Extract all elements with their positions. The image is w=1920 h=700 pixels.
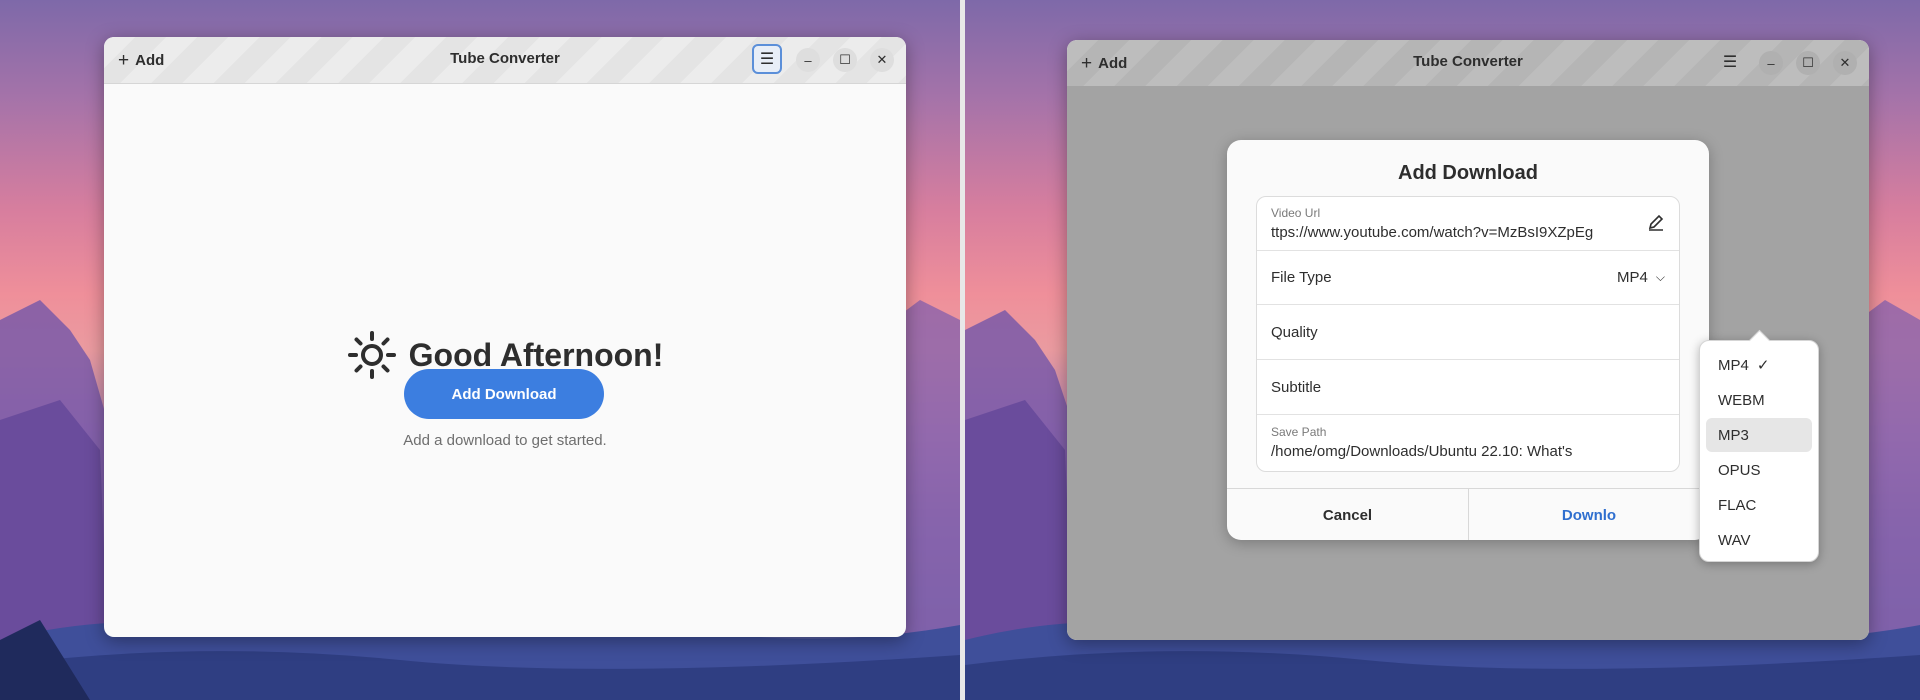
- titlebar: + Add Tube Converter ☰ – ☐ ✕: [1067, 40, 1869, 87]
- minimize-icon: –: [1767, 55, 1775, 71]
- video-url-input[interactable]: ttps://www.youtube.com/watch?v=MzBsI9XZp…: [1271, 224, 1607, 241]
- menu-item-label: WAV: [1718, 531, 1751, 549]
- close-icon: ✕: [876, 52, 888, 67]
- pencil-icon: [1648, 214, 1664, 231]
- menu-item-label: MP4: [1718, 356, 1749, 374]
- download-options-list: Video Url ttps://www.youtube.com/watch?v…: [1256, 196, 1680, 472]
- chevron-down-icon: ⌵: [1655, 270, 1665, 284]
- save-path-row[interactable]: Save Path /home/omg/Downloads/Ubuntu 22.…: [1257, 416, 1679, 470]
- download-button[interactable]: Downlo: [1469, 489, 1709, 540]
- file-type-dropdown[interactable]: MP4 ⌵: [1617, 269, 1665, 286]
- cancel-button[interactable]: Cancel: [1227, 489, 1468, 540]
- maximize-icon: ☐: [839, 52, 851, 67]
- maximize-button[interactable]: ☐: [833, 48, 857, 72]
- titlebar: + Add Tube Converter ☰ – ☐ ✕: [104, 37, 906, 84]
- empty-state-hint: Add a download to get started.: [403, 432, 607, 449]
- close-button[interactable]: ✕: [870, 48, 894, 72]
- menu-item-label: OPUS: [1718, 461, 1761, 479]
- menu-item-label: MP3: [1718, 426, 1749, 444]
- left-desktop: + Add Tube Converter ☰ – ☐ ✕ Good Aftern…: [0, 0, 960, 700]
- minimize-button[interactable]: –: [1759, 51, 1783, 75]
- file-type-label: File Type: [1271, 269, 1332, 286]
- hamburger-icon: ☰: [1722, 54, 1738, 71]
- menu-item-label: FLAC: [1718, 496, 1757, 514]
- video-url-row[interactable]: Video Url ttps://www.youtube.com/watch?v…: [1257, 197, 1679, 251]
- subtitle-row[interactable]: Subtitle: [1257, 361, 1679, 415]
- window-title: Tube Converter: [450, 50, 560, 67]
- file-type-row[interactable]: File Type MP4 ⌵: [1257, 251, 1679, 305]
- file-type-menu: MP4 ✓ WEBM MP3 OPUS FLAC WAV: [1699, 340, 1819, 562]
- greeting-text: Good Afternoon!: [408, 336, 664, 373]
- checkmark-icon: ✓: [1756, 357, 1770, 374]
- menu-item-webm[interactable]: WEBM: [1706, 383, 1812, 417]
- menu-item-wav[interactable]: WAV: [1706, 523, 1812, 557]
- menu-button[interactable]: ☰: [1715, 47, 1745, 77]
- close-button[interactable]: ✕: [1833, 51, 1857, 75]
- close-icon: ✕: [1839, 55, 1851, 70]
- menu-item-opus[interactable]: OPUS: [1706, 453, 1812, 487]
- menu-item-mp3[interactable]: MP3: [1706, 418, 1812, 452]
- edit-url-button[interactable]: [1647, 214, 1665, 232]
- quality-label: Quality: [1271, 324, 1318, 341]
- video-url-caption: Video Url: [1271, 206, 1321, 220]
- menu-item-label: WEBM: [1718, 391, 1765, 409]
- dialog-title: Add Download: [1398, 162, 1538, 184]
- main-window: + Add Tube Converter ☰ – ☐ ✕ Add Downloa…: [1067, 40, 1869, 640]
- hamburger-icon: ☰: [759, 51, 775, 68]
- save-path-value: /home/omg/Downloads/Ubuntu 22.10: What's: [1271, 443, 1573, 460]
- add-download-dialog: Add Download Video Url ttps://www.youtub…: [1227, 140, 1709, 540]
- add-download-button[interactable]: Add Download: [404, 369, 604, 419]
- menu-item-mp4[interactable]: MP4 ✓: [1706, 348, 1812, 382]
- minimize-button[interactable]: –: [796, 48, 820, 72]
- file-type-value: MP4: [1617, 269, 1648, 286]
- save-path-caption: Save Path: [1271, 425, 1327, 439]
- menu-item-flac[interactable]: FLAC: [1706, 488, 1812, 522]
- quality-row[interactable]: Quality: [1257, 306, 1679, 360]
- right-desktop: + Add Tube Converter ☰ – ☐ ✕ Add Downloa…: [965, 0, 1920, 700]
- sun-icon: [347, 331, 396, 379]
- maximize-icon: ☐: [1802, 55, 1814, 70]
- window-title: Tube Converter: [1413, 53, 1523, 70]
- menu-button[interactable]: ☰: [752, 44, 782, 74]
- maximize-button[interactable]: ☐: [1796, 51, 1820, 75]
- subtitle-label: Subtitle: [1271, 379, 1322, 396]
- main-window: + Add Tube Converter ☰ – ☐ ✕ Good Aftern…: [104, 37, 906, 637]
- minimize-icon: –: [804, 52, 812, 68]
- dialog-footer: Cancel Downlo: [1227, 488, 1709, 540]
